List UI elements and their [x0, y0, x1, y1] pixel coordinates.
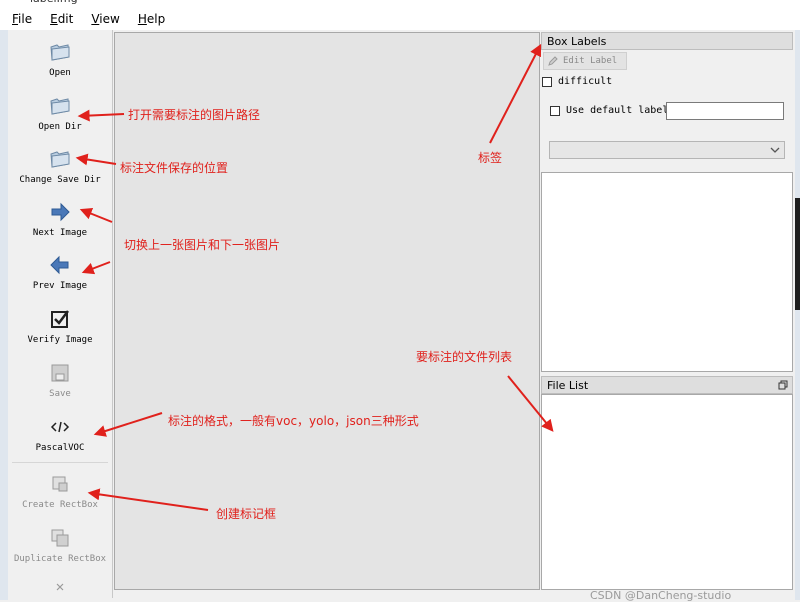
menu-edit[interactable]: Edit: [50, 12, 73, 26]
next-image-button[interactable]: Next Image: [8, 200, 112, 238]
difficult-checkbox-row[interactable]: difficult: [542, 76, 612, 87]
prev-image-label: Prev Image: [32, 281, 88, 291]
next-image-label: Next Image: [32, 228, 88, 238]
difficult-label: difficult: [558, 76, 613, 87]
delete-rectbox-button[interactable]: [8, 582, 112, 592]
duplicate-icon: [51, 529, 69, 547]
menu-view[interactable]: View: [91, 12, 119, 26]
difficult-checkbox[interactable]: [542, 76, 552, 87]
change-save-dir-button[interactable]: Change Save Dir: [8, 147, 112, 185]
file-list[interactable]: [541, 394, 793, 590]
floppy-disk-icon: [51, 364, 69, 382]
restore-window-icon[interactable]: [778, 380, 788, 390]
background-window-edge: [795, 30, 800, 600]
annotation-save-dir: 标注文件保存的位置: [120, 161, 229, 175]
file-list-title: File List: [547, 379, 589, 392]
edit-label-button[interactable]: Edit Label: [543, 52, 627, 70]
annotation-create-box: 创建标记框: [216, 507, 277, 521]
open-label: Open: [49, 68, 71, 78]
annotation-format: 标注的格式，一般有voc，yolo，json三种形式: [168, 414, 419, 428]
annotation-next-prev: 切换上一张图片和下一张图片: [124, 238, 281, 252]
label-list[interactable]: [541, 172, 793, 372]
create-rectbox-label: Create RectBox: [22, 500, 98, 510]
background-terminal-edge: [795, 198, 800, 310]
open-button[interactable]: Open: [8, 40, 112, 78]
code-tag-icon: [50, 421, 70, 433]
default-label-input[interactable]: [666, 102, 784, 120]
close-icon: [56, 583, 64, 591]
prev-image-button[interactable]: Prev Image: [8, 253, 112, 291]
annotation-file-list: 要标注的文件列表: [416, 350, 513, 364]
format-toggle-button[interactable]: PascalVOC: [8, 415, 112, 453]
tool-bar: Open Open Dir Change Save Dir Next Image…: [8, 30, 113, 598]
annotation-open-dir: 打开需要标注的图片路径: [128, 108, 261, 122]
chevron-down-icon: [770, 147, 780, 153]
change-save-dir-label: Change Save Dir: [19, 175, 101, 185]
use-default-label-checkbox[interactable]: [550, 105, 560, 116]
box-labels-panel-title: Box Labels: [541, 32, 793, 50]
folder-icon: [50, 151, 70, 168]
format-label: PascalVOC: [35, 443, 85, 453]
use-default-label-row[interactable]: Use default label: [550, 105, 668, 116]
open-dir-button[interactable]: Open Dir: [8, 94, 112, 132]
create-rectbox-button[interactable]: Create RectBox: [8, 472, 112, 510]
annotation-labels: 标签: [478, 151, 503, 165]
folder-icon: [50, 98, 70, 115]
checkbox-icon: [51, 310, 69, 328]
menu-bar: File Edit View Help: [0, 8, 800, 30]
verify-image-label: Verify Image: [27, 335, 93, 345]
verify-image-button[interactable]: Verify Image: [8, 307, 112, 345]
box-labels-title: Box Labels: [547, 35, 607, 48]
window-title: labelImg: [30, 0, 78, 5]
watermark: CSDN @DanCheng-studio: [590, 589, 732, 602]
background-window-strip: [0, 30, 8, 600]
rectbox-icon: [52, 476, 68, 492]
use-default-label-text: Use default label: [566, 105, 669, 116]
duplicate-rectbox-button[interactable]: Duplicate RectBox: [8, 526, 112, 564]
window-titlebar: labelImg: [0, 0, 800, 8]
save-label: Save: [49, 389, 71, 399]
toolbar-separator: [12, 462, 108, 463]
arrow-left-icon: [50, 255, 69, 275]
save-button[interactable]: Save: [8, 361, 112, 399]
folder-icon: [50, 44, 70, 61]
edit-label-text: Edit Label: [563, 56, 618, 66]
label-combo-box[interactable]: [549, 141, 785, 159]
pencil-icon: [548, 56, 558, 66]
arrow-right-icon: [51, 202, 70, 222]
open-dir-label: Open Dir: [38, 122, 82, 132]
menu-help[interactable]: Help: [138, 12, 165, 26]
file-list-panel-title: File List: [541, 376, 793, 394]
menu-file[interactable]: File: [12, 12, 32, 26]
duplicate-rectbox-label: Duplicate RectBox: [13, 554, 107, 564]
